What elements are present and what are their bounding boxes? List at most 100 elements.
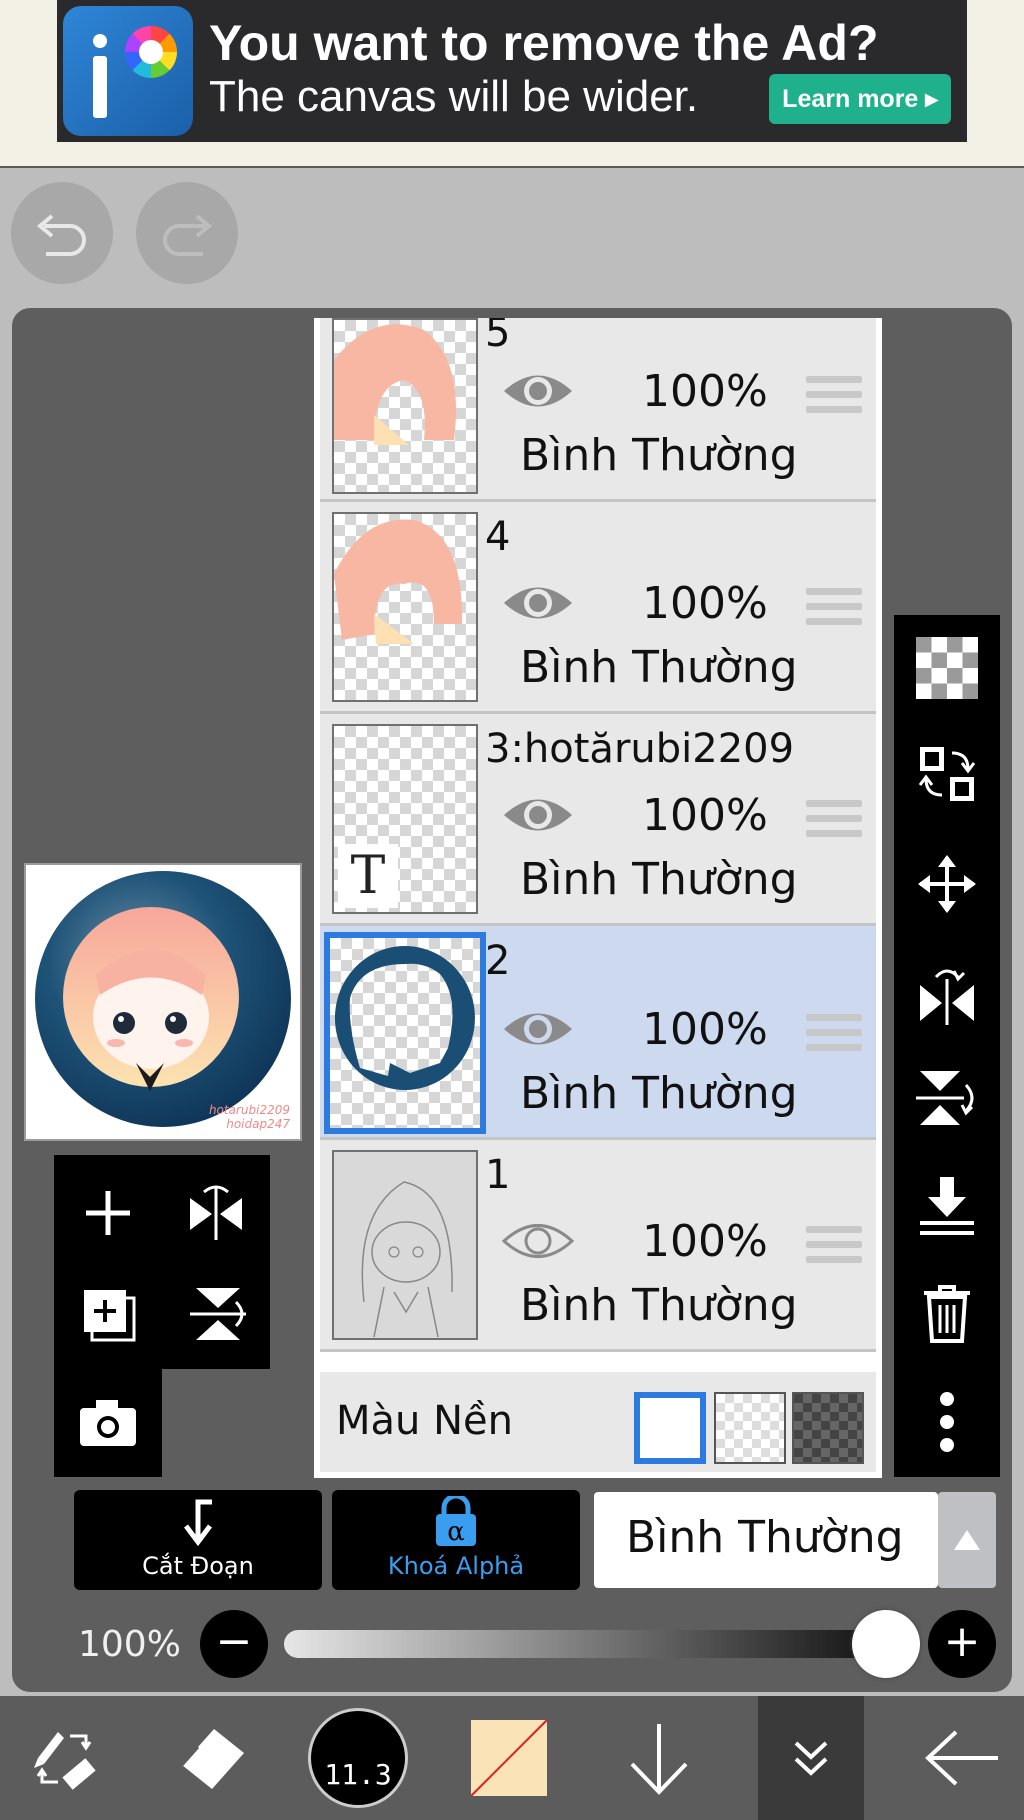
layer-opacity: 100% [642,366,768,417]
opacity-increase-button[interactable]: + [928,1610,996,1678]
blend-mode-value: Bình Thường [626,1512,904,1563]
brush-size-value: 11.3 [324,1758,392,1791]
undo-button[interactable] [11,182,113,284]
flip-vertical-icon [190,1288,246,1340]
layer-blend-mode: Bình Thường [520,642,798,693]
layer-list[interactable]: 5 100% Bình Thường 4 100% Bình Thường T … [314,318,882,1478]
drag-handle-icon[interactable] [806,1014,862,1059]
ad-banner-area: You want to remove the Ad? The canvas wi… [0,0,1024,168]
preview-watermark-1: hotarubi2209 [208,1103,290,1117]
bg-transparent-swatch[interactable] [714,1392,786,1464]
layer-name: 4 [485,514,511,560]
layer-name: 3:hotărubi2209 [485,726,795,772]
import-photo-button[interactable] [78,1396,138,1450]
drag-handle-icon[interactable] [806,376,862,421]
color-picker-button[interactable] [468,1696,550,1820]
flip-layer-vertical-button[interactable] [186,1282,250,1346]
bg-dark-swatch[interactable] [792,1392,864,1464]
background-color-label: Màu Nền [336,1398,513,1444]
layer-row[interactable]: T 3:hotărubi2209 100% Bình Thường [320,714,876,926]
undo-icon [36,214,86,256]
layer-name: 5 [485,318,511,356]
eye-icon[interactable] [500,580,576,626]
svg-text:α: α [447,1517,465,1547]
ad-subtitle: The canvas will be wider. [209,72,699,121]
layer-opacity: 100% [642,1004,768,1055]
drag-handle-icon[interactable] [806,800,862,845]
layer-opacity: 100% [642,790,768,841]
layer-opacity: 100% [642,1216,768,1267]
trash-icon [924,1285,970,1343]
eraser-tool-button[interactable] [160,1696,260,1820]
layer-right-toolbar [894,615,1000,1477]
opacity-value: 100% [78,1624,181,1665]
eraser-icon [180,1729,244,1789]
layer-blend-mode: Bình Thường [520,1280,798,1331]
background-color-row: Màu Nền [320,1372,876,1472]
ad-banner[interactable]: You want to remove the Ad? The canvas wi… [57,0,967,142]
layer-row[interactable]: 1 100% Bình Thường [320,1140,876,1352]
delete-layer-button[interactable] [916,1281,978,1343]
move-layer-button[interactable] [916,853,978,915]
layer-blend-mode: Bình Thường [520,854,798,905]
double-chevron-down-icon [794,1741,828,1776]
duplicate-layer-icon [84,1290,136,1342]
add-layer-button[interactable] [80,1185,136,1241]
swap-layer-button[interactable] [916,743,978,805]
tool-switch-button[interactable] [14,1696,114,1820]
chevron-up-icon [954,1530,980,1550]
layer-name: 1 [485,1152,511,1198]
flip-layer-horizontal-button[interactable] [184,1182,248,1246]
flip-horizontal-right-button[interactable] [916,963,978,1025]
ibispaint-logo-icon [63,6,193,136]
eye-icon[interactable] [500,368,576,414]
clipping-button[interactable]: Cắt Đoạn [74,1490,322,1590]
blend-mode-select[interactable]: Bình Thường [594,1492,938,1588]
brush-size-button[interactable]: 11.3 [306,1696,410,1820]
blend-mode-dropdown-button[interactable] [938,1492,996,1588]
layer-thumbnail [332,512,478,702]
layer-blend-mode: Bình Thường [520,430,798,481]
flip-horizontal-icon [190,1185,242,1240]
more-options-button[interactable] [916,1391,978,1453]
clipping-arrow-icon [184,1499,212,1546]
layer-row[interactable]: 4 100% Bình Thường [320,502,876,714]
back-button[interactable] [912,1696,1012,1820]
current-color-swatch [470,1719,548,1797]
layer-row-selected[interactable]: 2 100% Bình Thường [320,926,876,1140]
layer-row[interactable]: 5 100% Bình Thường [320,318,876,502]
flip-vertical-right-button[interactable] [916,1067,978,1129]
alpha-lock-button[interactable]: α Khoá Alphả [332,1490,580,1590]
layer-blend-mode: Bình Thường [520,1068,798,1119]
redo-button[interactable] [136,182,238,284]
ad-learn-more-button[interactable]: Learn more ▸ [769,74,951,124]
duplicate-layer-button[interactable] [80,1286,140,1346]
preview-artwork [35,871,291,1127]
clipping-label: Cắt Đoạn [142,1552,254,1580]
arrow-left-icon [925,1730,998,1786]
bottom-toolbar: 11.3 [0,1696,1024,1820]
checker-icon [916,637,978,699]
opacity-slider[interactable] [284,1630,894,1658]
flip-horizontal-icon [920,969,974,1025]
drag-handle-icon[interactable] [806,588,862,633]
bg-white-swatch[interactable] [634,1392,706,1464]
canvas-preview[interactable]: hotarubi2209 hoidap247 [24,863,302,1141]
layer-thumbnail: T [332,724,478,914]
opacity-decrease-button[interactable]: − [200,1610,268,1678]
camera-icon [80,1400,136,1446]
eye-icon[interactable] [500,1006,576,1052]
move-icon [918,855,976,913]
ad-title: You want to remove the Ad? [209,15,879,71]
alpha-lock-icon: α [436,1496,476,1547]
opacity-slider-thumb[interactable] [852,1610,920,1678]
layer-down-button[interactable] [614,1696,704,1820]
layer-opacity: 100% [642,578,768,629]
layer-panel-toggle-button[interactable] [758,1696,864,1820]
drag-handle-icon[interactable] [806,1226,862,1271]
merge-down-button[interactable] [916,1175,978,1237]
eye-off-icon[interactable] [500,1218,576,1264]
new-transparent-layer-button[interactable] [916,637,978,699]
alpha-lock-label: Khoá Alphả [387,1552,525,1580]
eye-icon[interactable] [500,792,576,838]
